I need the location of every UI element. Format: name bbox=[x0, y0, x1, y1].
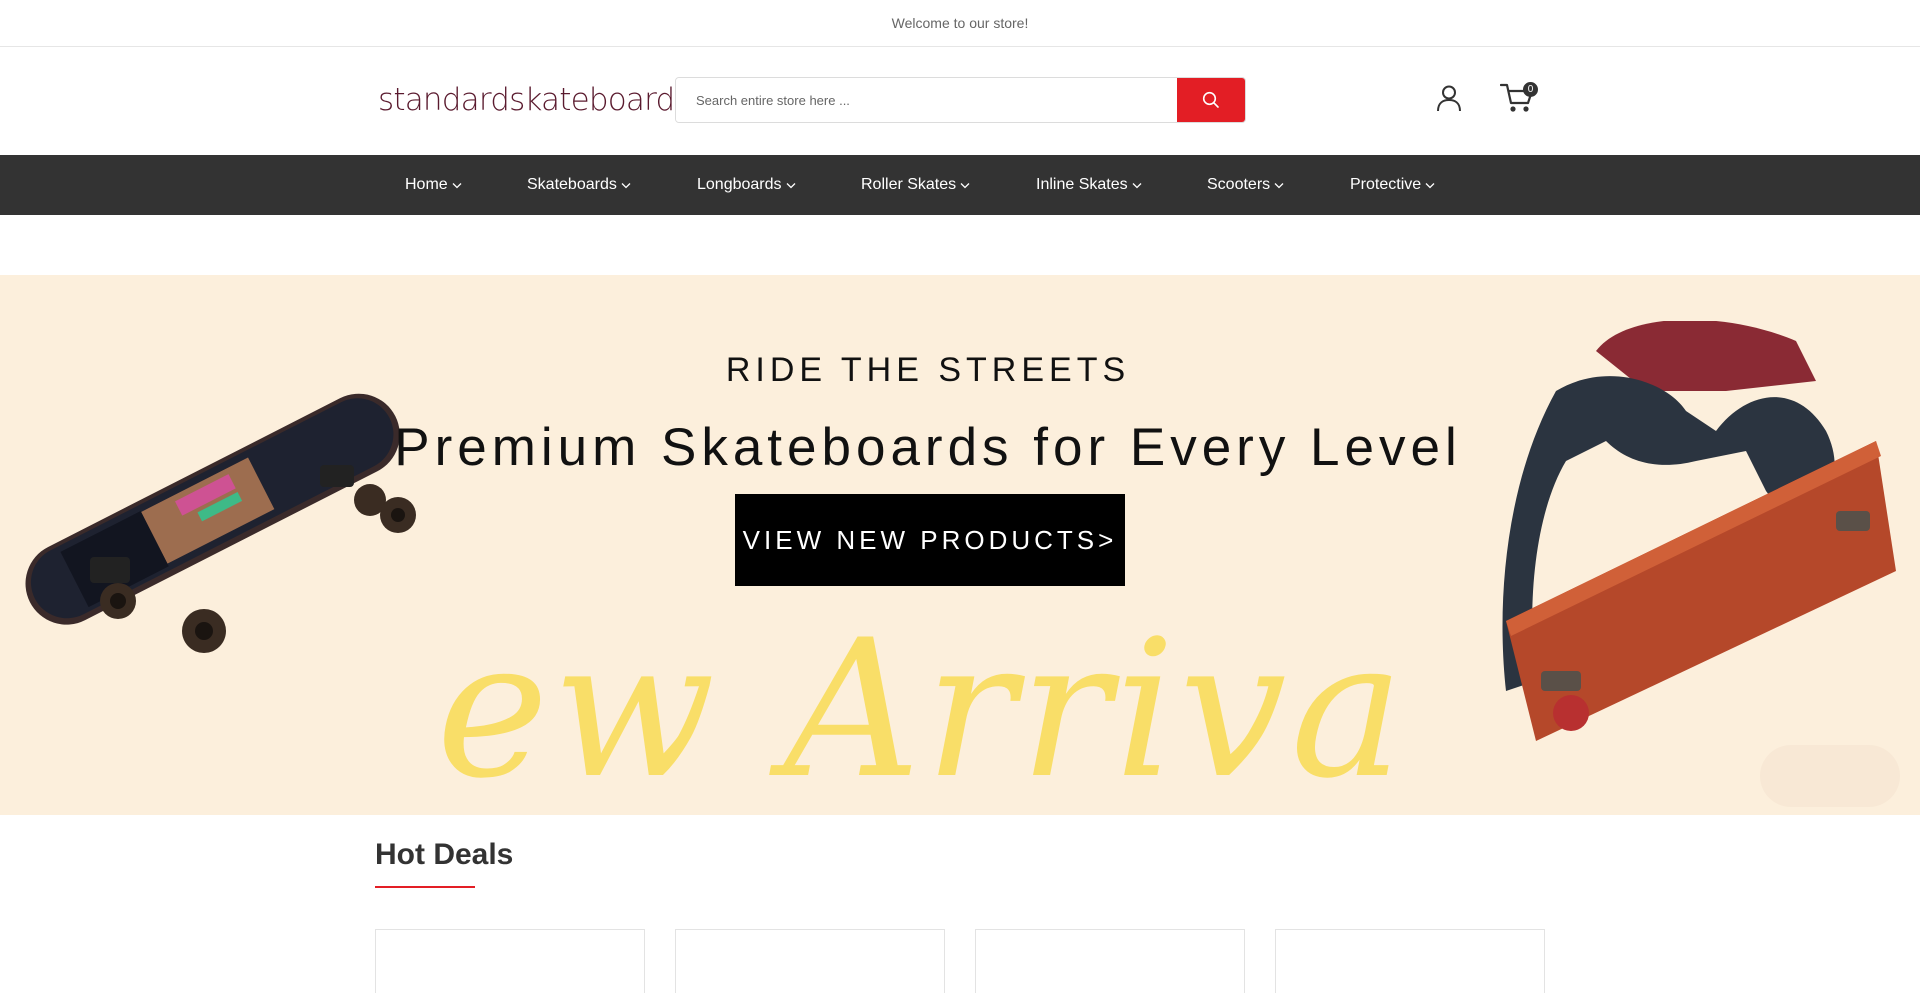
store-logo[interactable]: standardskateboard bbox=[378, 80, 675, 120]
account-button[interactable] bbox=[1434, 81, 1464, 115]
nav-item-longboards[interactable]: Longboards bbox=[697, 155, 796, 215]
chevron-down-icon bbox=[452, 182, 462, 189]
cart-button[interactable]: 0 bbox=[1499, 81, 1542, 115]
nav-item-label: Scooters bbox=[1207, 176, 1271, 193]
nav-item-protective[interactable]: Protective bbox=[1350, 155, 1435, 215]
cart-count-badge: 0 bbox=[1523, 82, 1538, 97]
nav-item-label: Roller Skates bbox=[861, 176, 957, 193]
search-bar bbox=[675, 77, 1246, 123]
main-navigation: Home Skateboards Longboards Roller Skate… bbox=[0, 155, 1920, 215]
chevron-down-icon bbox=[1132, 182, 1142, 189]
chevron-down-icon bbox=[960, 182, 970, 189]
search-button[interactable] bbox=[1177, 78, 1245, 122]
nav-item-skateboards[interactable]: Skateboards bbox=[527, 155, 631, 215]
svg-text:New Arrivals: New Arrivals bbox=[440, 599, 1400, 815]
nav-item-scooters[interactable]: Scooters bbox=[1207, 155, 1284, 215]
welcome-text: Welcome to our store! bbox=[891, 15, 1029, 31]
nav-item-label: Protective bbox=[1350, 176, 1422, 193]
nav-item-label: Home bbox=[405, 176, 448, 193]
new-arrivals-script: New Arrivals bbox=[440, 599, 1400, 815]
chevron-down-icon bbox=[786, 182, 796, 189]
product-card[interactable] bbox=[375, 929, 645, 993]
chevron-down-icon bbox=[1274, 182, 1284, 189]
nav-item-roller-skates[interactable]: Roller Skates bbox=[861, 155, 970, 215]
skater-image bbox=[1502, 321, 1896, 741]
hot-deals-title: Hot Deals bbox=[375, 838, 514, 871]
section-title-underline bbox=[375, 886, 475, 888]
chat-widget-bubble[interactable] bbox=[1760, 745, 1900, 807]
chevron-down-icon bbox=[1425, 182, 1435, 189]
nav-item-label: Longboards bbox=[697, 176, 782, 193]
search-input[interactable] bbox=[676, 78, 1177, 122]
view-new-products-button[interactable]: VIEW NEW PRODUCTS> bbox=[735, 494, 1125, 586]
nav-item-label: Inline Skates bbox=[1036, 176, 1128, 193]
user-icon bbox=[1437, 85, 1461, 112]
nav-item-home[interactable]: Home bbox=[405, 155, 462, 215]
nav-item-inline-skates[interactable]: Inline Skates bbox=[1036, 155, 1142, 215]
product-card[interactable] bbox=[675, 929, 945, 993]
product-card[interactable] bbox=[1275, 929, 1545, 993]
nav-item-label: Skateboards bbox=[527, 176, 617, 193]
search-icon bbox=[1202, 91, 1219, 108]
welcome-bar: Welcome to our store! bbox=[0, 0, 1920, 47]
product-card[interactable] bbox=[975, 929, 1245, 993]
hero-banner[interactable]: New Arrivals RIDE THE STREETS Premium Sk… bbox=[0, 275, 1920, 815]
chevron-down-icon bbox=[621, 182, 631, 189]
site-header: standardskateboard 0 bbox=[0, 47, 1920, 155]
